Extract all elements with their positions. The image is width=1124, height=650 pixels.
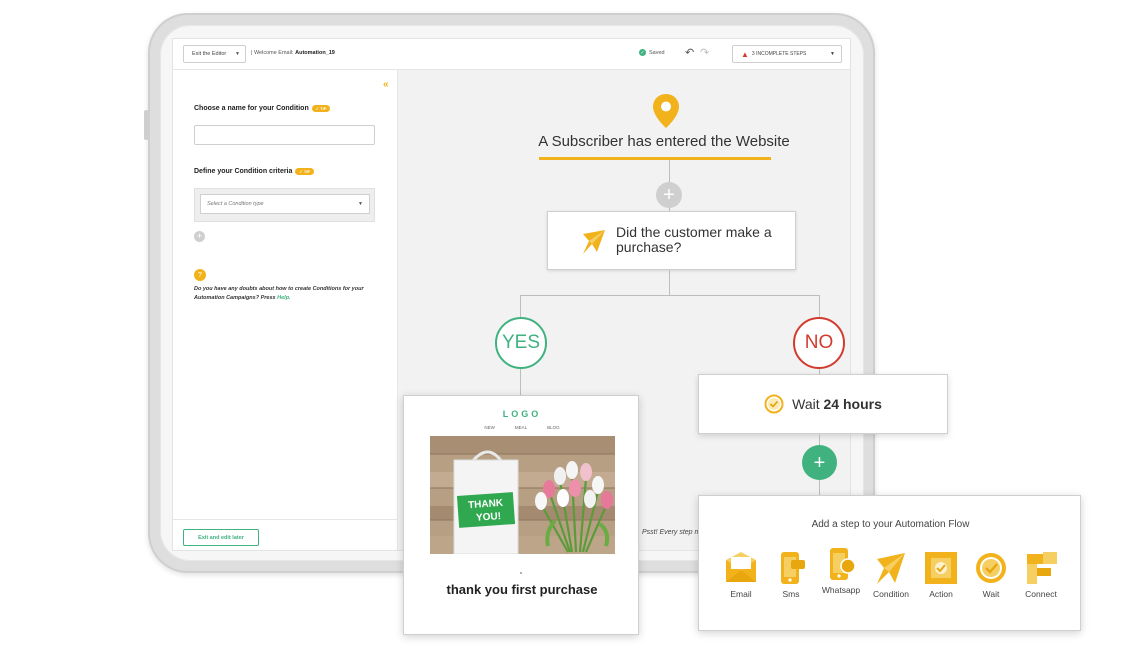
condition-node[interactable]: Did the customer make a purchase? bbox=[547, 211, 796, 270]
tip-badge[interactable]: ✓ TIP bbox=[311, 105, 331, 112]
step-label: Connect bbox=[1025, 589, 1057, 599]
exit-editor-label: Exit the Editor bbox=[192, 51, 227, 57]
step-condition[interactable]: Condition bbox=[866, 550, 916, 599]
incomplete-steps-label: 3 INCOMPLETE STEPS bbox=[751, 51, 807, 57]
tip-badge-label: TIP bbox=[303, 169, 311, 174]
condition-name-input[interactable] bbox=[194, 125, 375, 145]
divider bbox=[173, 519, 398, 520]
condition-criteria-label-text: Define your Condition criteria bbox=[194, 168, 293, 175]
condition-settings-panel: « Choose a name for your Condition ✓ TIP… bbox=[173, 70, 398, 550]
chevron-down-icon: ▼ bbox=[830, 51, 835, 57]
trigger-label[interactable]: A Subscriber has entered the Website bbox=[536, 133, 792, 150]
condition-type-select[interactable]: Select a Condition type ▼ bbox=[200, 194, 370, 214]
chevron-down-icon: ▼ bbox=[235, 51, 240, 57]
whatsapp-icon bbox=[830, 548, 856, 580]
wait-prefix: Wait bbox=[792, 396, 824, 412]
chevron-down-icon: ▼ bbox=[358, 201, 363, 207]
add-step-button-green[interactable]: + bbox=[802, 445, 837, 480]
step-connect[interactable]: Connect bbox=[1016, 550, 1066, 599]
connector-line bbox=[669, 270, 670, 295]
step-label: Email bbox=[730, 589, 752, 599]
bag-text-you: YOU! bbox=[476, 511, 502, 524]
step-sms[interactable]: Sms bbox=[766, 550, 816, 599]
undo-icon[interactable]: ↶ bbox=[685, 46, 694, 59]
connector-line bbox=[819, 480, 820, 495]
email-icon bbox=[726, 552, 756, 582]
condition-question: Did the customer make a purchase? bbox=[616, 224, 772, 255]
step-whatsapp[interactable]: Whatsapp bbox=[816, 546, 866, 595]
editor-topbar: Exit the Editor ▼ | Welcome Email: Autom… bbox=[173, 39, 850, 70]
warning-icon: ▲ bbox=[741, 49, 749, 59]
step-label: Wait bbox=[982, 589, 1000, 599]
criteria-box: Select a Condition type ▼ bbox=[194, 188, 375, 222]
divider-dot bbox=[520, 572, 522, 574]
step-label: Condition bbox=[873, 589, 909, 599]
action-icon bbox=[925, 552, 957, 584]
step-email[interactable]: Email bbox=[716, 550, 766, 599]
collapse-panel-icon[interactable]: « bbox=[383, 79, 389, 90]
connector-line bbox=[819, 295, 820, 317]
redo-icon[interactable]: ↷ bbox=[700, 46, 709, 59]
no-branch-badge[interactable]: NO bbox=[793, 317, 845, 369]
help-icon: ? bbox=[194, 269, 206, 281]
wait-node[interactable]: Wait 24 hours bbox=[698, 374, 948, 434]
connector-line bbox=[520, 369, 521, 395]
clock-icon bbox=[764, 394, 784, 414]
tip-badge-label: TIP bbox=[320, 106, 327, 111]
condition-name-label-text: Choose a name for your Condition bbox=[194, 105, 309, 112]
exit-and-edit-later-button[interactable]: Exit and edit later bbox=[183, 529, 259, 546]
connector-line bbox=[669, 160, 670, 182]
help-link[interactable]: Help. bbox=[277, 295, 290, 301]
yes-branch-badge[interactable]: YES bbox=[495, 317, 547, 369]
check-icon: ✓ bbox=[639, 49, 646, 56]
email-hero-image: THANK YOU! bbox=[430, 436, 615, 554]
step-wait[interactable]: Wait bbox=[966, 550, 1016, 599]
exit-editor-dropdown[interactable]: Exit the Editor ▼ bbox=[183, 45, 246, 63]
email-nav-item: MEAL bbox=[514, 425, 528, 430]
step-label: Sms bbox=[782, 589, 800, 599]
branch-line bbox=[520, 295, 820, 296]
email-logo: LOGO bbox=[502, 409, 542, 419]
incomplete-steps-dropdown[interactable]: ▲ 3 INCOMPLETE STEPS ▼ bbox=[732, 45, 842, 63]
email-nav-item: NEW bbox=[484, 425, 495, 430]
condition-criteria-label: Define your Condition criteria ✓ TIP bbox=[194, 168, 315, 175]
add-step-button[interactable]: + bbox=[656, 182, 682, 208]
help-text: Do you have any doubts about how to crea… bbox=[194, 285, 379, 303]
condition-name-label: Choose a name for your Condition ✓ TIP bbox=[194, 105, 331, 112]
sms-icon bbox=[781, 552, 805, 584]
condition-type-placeholder: Select a Condition type bbox=[207, 201, 264, 207]
location-pin-icon bbox=[653, 94, 679, 128]
email-nav: NEW MEAL BLOG bbox=[404, 425, 640, 430]
connect-icon bbox=[1027, 552, 1057, 584]
breadcrumb: | Welcome Email: Automation_19 bbox=[251, 50, 335, 56]
automation-name: Automation_19 bbox=[295, 50, 335, 56]
email-title: thank you first purchase bbox=[446, 582, 598, 597]
add-step-panel: Add a step to your Automation Flow Email… bbox=[698, 495, 1081, 631]
wait-duration: 24 hours bbox=[823, 396, 882, 412]
condition-icon bbox=[877, 553, 905, 584]
step-label: Action bbox=[929, 589, 953, 599]
saved-status: ✓ Saved bbox=[639, 49, 665, 56]
connector-line bbox=[819, 434, 820, 445]
tip-badge[interactable]: ✓ TIP bbox=[295, 168, 315, 175]
add-step-title: Add a step to your Automation Flow bbox=[811, 519, 970, 530]
breadcrumb-prefix: | Welcome Email: bbox=[251, 50, 296, 56]
canvas-hint-text: Psst! Every step ma bbox=[642, 529, 705, 536]
connector-line bbox=[520, 295, 521, 317]
tablet-side-button bbox=[144, 110, 149, 140]
email-preview-card[interactable]: LOGO NEW MEAL BLOG THANK YOU! thank you … bbox=[403, 395, 639, 635]
email-nav-item: BLOG bbox=[547, 425, 560, 430]
condition-icon bbox=[583, 230, 605, 254]
step-action[interactable]: Action bbox=[916, 550, 966, 599]
trigger-underline bbox=[539, 157, 771, 160]
saved-label: Saved bbox=[649, 49, 665, 56]
add-criteria-button[interactable]: + bbox=[194, 231, 205, 242]
step-label: Whatsapp bbox=[821, 585, 861, 595]
wait-icon bbox=[976, 553, 1006, 583]
